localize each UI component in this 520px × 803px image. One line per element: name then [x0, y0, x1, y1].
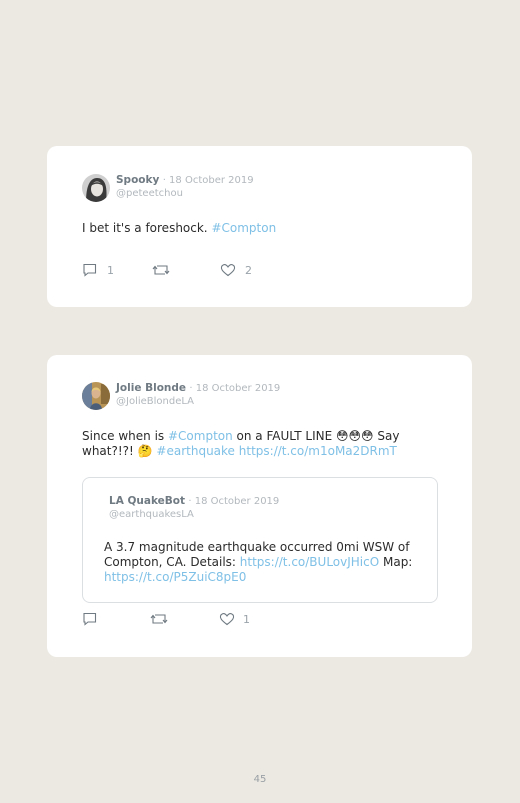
tweet-meta: Spooky · 18 October 2019 @peteetchou	[116, 174, 254, 200]
retweet-icon	[150, 612, 168, 626]
reply-icon	[82, 263, 98, 277]
quoted-date: · 18 October 2019	[188, 496, 280, 507]
quoted-text: A 3.7 magnitude earthquake occurred 0mi …	[104, 540, 422, 585]
author-handle[interactable]: @JolieBlondeLA	[116, 395, 280, 408]
avatar[interactable]	[82, 174, 110, 202]
tweet-text: Since when is #Compton on a FAULT LINE 😳…	[82, 429, 422, 459]
reply-icon	[82, 612, 98, 626]
tweet-text: I bet it's a foreshock. #Compton	[82, 221, 422, 236]
like-button[interactable]: 2	[220, 263, 252, 277]
author-name[interactable]: Jolie Blonde	[116, 382, 186, 394]
quoted-author-name[interactable]: LA QuakeBot	[109, 495, 185, 507]
tweet-card: Spooky · 18 October 2019 @peteetchou I b…	[47, 146, 472, 307]
url-link[interactable]: https://t.co/P5ZuiC8pE0	[104, 570, 246, 584]
retweet-button[interactable]	[152, 263, 220, 277]
tweet-text-segment: Map:	[379, 555, 413, 569]
tweet-date: · 18 October 2019	[189, 383, 281, 394]
url-link[interactable]: https://t.co/BULovJHicO	[240, 555, 379, 569]
tweet-actions: 1	[82, 612, 250, 626]
quoted-author-handle[interactable]: @earthquakesLA	[109, 508, 279, 521]
author-handle[interactable]: @peteetchou	[116, 187, 254, 200]
like-button[interactable]: 1	[219, 612, 250, 626]
avatar[interactable]	[82, 382, 110, 410]
retweet-icon	[152, 263, 170, 277]
page-number: 45	[253, 774, 267, 785]
hashtag-link[interactable]: #earthquake	[156, 444, 235, 458]
like-icon	[220, 263, 236, 277]
quoted-meta: LA QuakeBot · 18 October 2019 @earthquak…	[109, 495, 279, 521]
tweet-meta: Jolie Blonde · 18 October 2019 @JolieBlo…	[116, 382, 280, 408]
like-count: 1	[243, 612, 250, 626]
reply-button[interactable]	[82, 612, 150, 626]
hashtag-link[interactable]: #Compton	[168, 429, 233, 443]
tweet-text-segment: Since when is	[82, 429, 168, 443]
reply-count: 1	[107, 263, 114, 277]
tweet-text-segment: I bet it's a foreshock.	[82, 221, 212, 235]
tweet-header: Spooky · 18 October 2019 @peteetchou	[82, 174, 254, 202]
reply-button[interactable]: 1	[82, 263, 152, 277]
like-count: 2	[245, 263, 252, 277]
author-name[interactable]: Spooky	[116, 174, 159, 186]
retweet-button[interactable]	[150, 612, 219, 626]
tweet-header: Jolie Blonde · 18 October 2019 @JolieBlo…	[82, 382, 280, 410]
tweet-card: Jolie Blonde · 18 October 2019 @JolieBlo…	[47, 355, 472, 657]
hashtag-link[interactable]: #Compton	[211, 221, 276, 235]
tweet-actions: 1 2	[82, 263, 252, 277]
like-icon	[219, 612, 235, 626]
tweet-date: · 18 October 2019	[162, 175, 254, 186]
url-link[interactable]: https://t.co/m1oMa2DRmT	[239, 444, 397, 458]
quoted-tweet[interactable]: LA QuakeBot · 18 October 2019 @earthquak…	[82, 477, 438, 603]
